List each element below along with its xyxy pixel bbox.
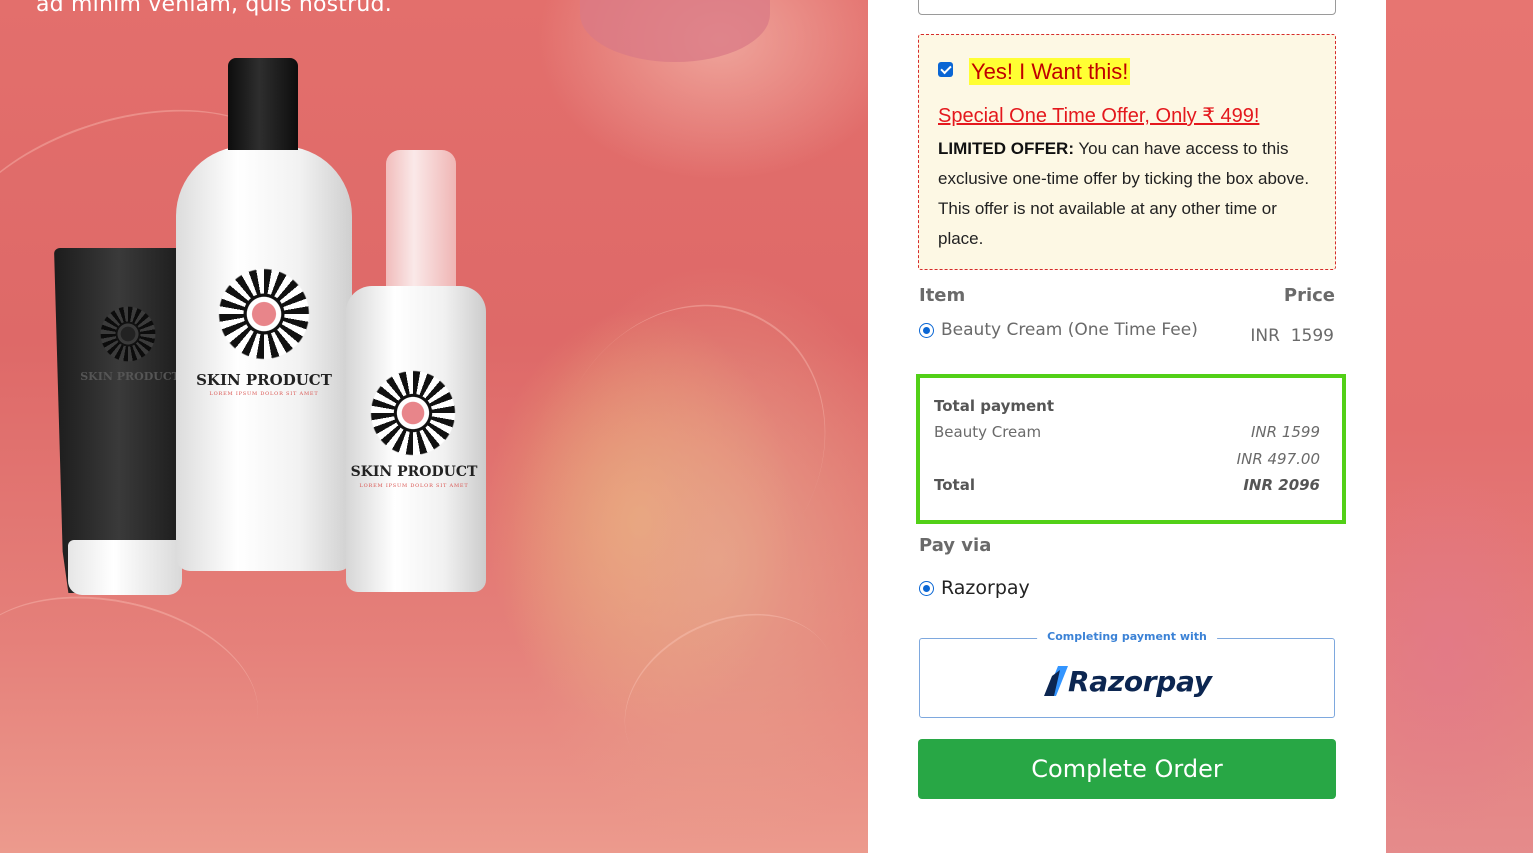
total-line-value: INR 497.00 [1236,450,1320,468]
spray-brand: SKIN PRODUCT [350,464,478,480]
bottle-cap [228,58,298,150]
hair-detail [502,255,868,645]
pay-via-heading: Pay via [919,535,992,556]
items-header-item: Item [919,285,966,306]
hair-detail [0,570,276,810]
total-summary: Total payment Beauty Cream INR 1599 INR … [916,374,1346,524]
tube-brand: SKIN PRODUCT [80,370,180,383]
razorpay-logo: Razorpay [1044,661,1212,701]
spray-tagline: LOREM IPSUM DOLOR SIT AMET [359,483,469,489]
payment-radio-icon[interactable] [919,581,934,596]
mandala-logo-icon [218,268,310,360]
total-title: Total payment [934,397,1055,415]
model-lips [580,0,770,62]
item-price: INR 1599 [1250,326,1334,346]
razorpay-logo-icon [1044,666,1068,696]
bottle-brand: SKIN PRODUCT [196,371,332,389]
hair-detail [596,581,864,819]
total-line-value: INR 1599 [1250,423,1320,441]
tube-cap [68,540,182,595]
item-radio-icon[interactable] [919,323,934,338]
checkout-panel: Yes! I Want this! Special One Time Offer… [868,0,1386,853]
offer-box: Yes! I Want this! Special One Time Offer… [918,34,1336,270]
razorpay-wordmark: Razorpay [1068,664,1212,698]
offer-special-link: Special One Time Offer, Only ₹ 499! [938,105,1260,127]
mandala-logo-icon [370,370,456,456]
items-header-price: Price [1283,285,1335,306]
mandala-logo-icon [100,306,156,362]
total-value: INR 2096 [1243,476,1320,494]
checkbox-checked-icon[interactable] [938,62,953,77]
total-label: Total [934,476,975,494]
offer-description: LIMITED OFFER: You can have access to th… [938,134,1318,254]
offer-headline[interactable]: Yes! I Want this! [969,58,1131,85]
payment-method-label: Razorpay [941,577,1030,599]
items-header: Item Price [919,285,1335,306]
complete-order-button[interactable]: Complete Order [918,739,1336,799]
form-input[interactable] [918,0,1336,15]
razorpay-badge: Completing payment with Razorpay [919,630,1335,718]
razorpay-caption: Completing payment with [1037,630,1217,643]
hero-background: ad minim veniam, quis nostrud. SKIN PROD… [0,0,868,853]
total-line-label: Beauty Cream [934,423,1042,441]
bottle-tagline: LOREM IPSUM DOLOR SIT AMET [209,391,319,397]
offer-limited-label: LIMITED OFFER: [938,139,1074,158]
hero-text: ad minim veniam, quis nostrud. [36,0,392,17]
item-name: Beauty Cream (One Time Fee) [941,320,1198,340]
spray-pump [386,150,456,290]
hero-background-right [1386,0,1533,853]
